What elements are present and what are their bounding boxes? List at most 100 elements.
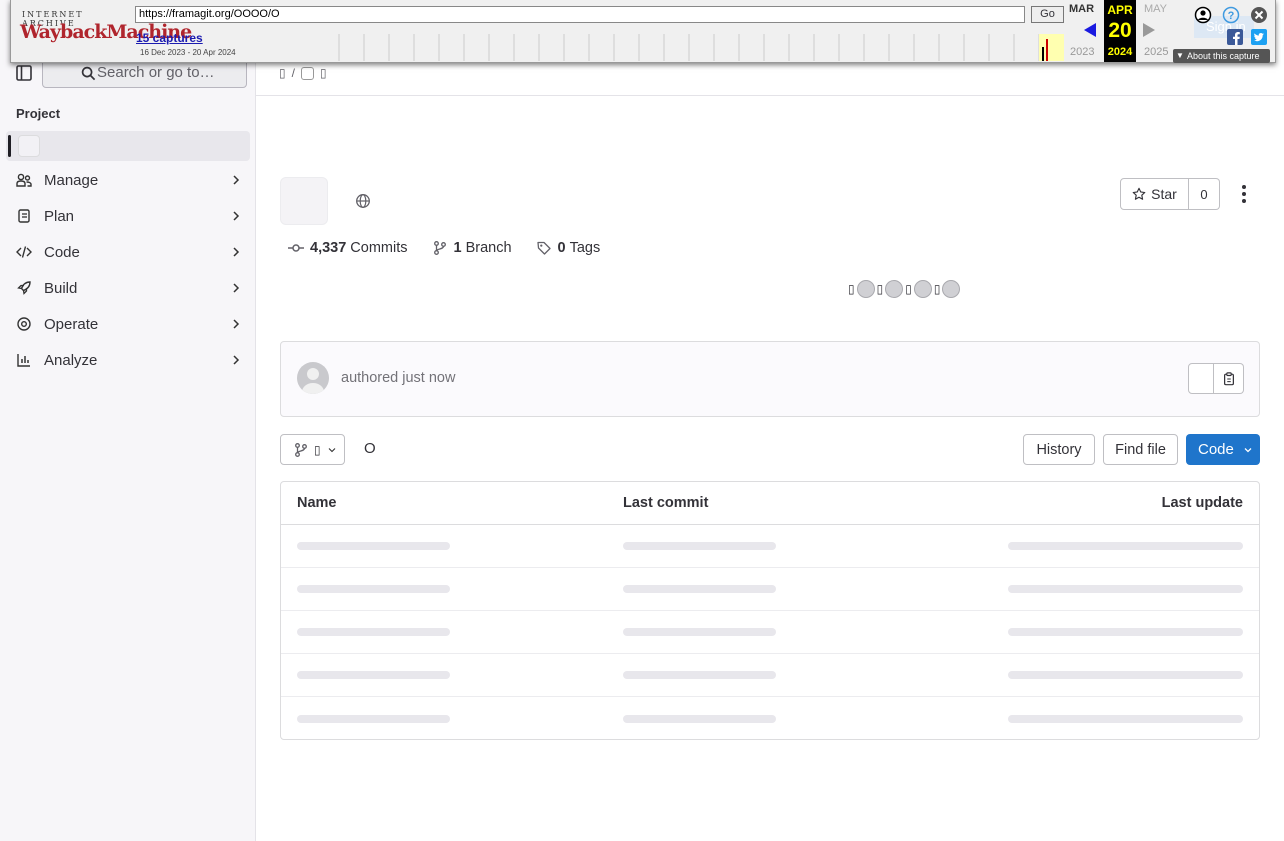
avatar[interactable] — [297, 362, 329, 394]
branch-selector[interactable]: ▯ — [280, 434, 345, 465]
skeleton-bar — [1008, 542, 1243, 550]
project-avatar — [18, 135, 40, 157]
sidebar-item-label: Build — [44, 279, 78, 297]
help-icon[interactable]: ? — [1222, 6, 1240, 24]
wayback-cur-month: APR — [1107, 3, 1133, 17]
next-capture-icon[interactable] — [1141, 22, 1157, 38]
glyph: ▯ — [933, 282, 941, 296]
wayback-next-year[interactable]: 2025 — [1144, 46, 1168, 58]
skeleton-bar — [1008, 714, 1243, 723]
repo-path[interactable]: O — [364, 440, 376, 457]
table-row — [281, 697, 1259, 739]
star-icon — [1132, 187, 1146, 200]
skeleton-bar — [623, 628, 776, 636]
star-count[interactable]: 0 — [1189, 178, 1220, 210]
wayback-current-date: APR 20 2024 — [1104, 0, 1136, 62]
caret-down-icon: ▼ — [1176, 51, 1184, 60]
close-icon[interactable] — [1250, 6, 1268, 24]
svg-text:?: ? — [1228, 10, 1235, 22]
skeleton-bar — [1008, 585, 1243, 593]
about-label: About this capture — [1187, 51, 1260, 61]
skeleton-bar — [623, 542, 776, 550]
user-account-icon[interactable] — [1194, 6, 1212, 24]
search-icon — [81, 66, 96, 81]
wayback-about-capture[interactable]: ▼ About this capture — [1173, 49, 1270, 63]
chart-icon — [17, 354, 30, 367]
loading-cell — [607, 671, 934, 679]
wayback-prev-month[interactable]: MAR — [1069, 3, 1094, 15]
breadcrumb-project[interactable]: ▯ — [320, 66, 327, 80]
skeleton-bar — [623, 671, 776, 679]
branches-link[interactable]: 1 Branch — [432, 240, 512, 256]
code-dropdown-button[interactable]: Code — [1186, 434, 1260, 465]
chevron-right-icon — [233, 211, 240, 221]
wayback-go-button[interactable]: Go — [1031, 6, 1064, 23]
tags-label: Tags — [569, 240, 601, 256]
sidebar-item-label: Plan — [44, 207, 75, 225]
column-last-update: Last update — [1161, 495, 1243, 511]
loading-cell — [607, 585, 934, 593]
breadcrumb-root[interactable]: ▯ — [279, 66, 286, 80]
header-divider — [256, 95, 1284, 96]
sidebar-item-label: Manage — [44, 171, 99, 189]
more-actions-icon[interactable] — [1234, 183, 1254, 205]
table-row — [281, 525, 1259, 568]
sidebar-item-operate[interactable]: Operate — [6, 307, 250, 341]
sidebar-project-item[interactable] — [6, 131, 250, 161]
facebook-icon[interactable] — [1227, 29, 1243, 45]
wayback-capture-sparkline[interactable] — [255, 34, 1065, 61]
loading-cell — [607, 714, 934, 723]
table-row — [281, 568, 1259, 611]
tags-count: 0 — [557, 240, 566, 256]
table-header: Name Last commit Last update — [281, 482, 1259, 525]
project-stats: 4,337 Commits 1 Branch 0 Tags — [288, 240, 624, 256]
prev-capture-icon[interactable] — [1082, 22, 1098, 38]
user-avatar-icon — [302, 368, 324, 394]
sidebar-toggle-icon[interactable] — [12, 61, 36, 85]
sidebar-item-code[interactable]: Code — [6, 235, 250, 269]
branch-icon — [295, 442, 307, 457]
sidebar-item-build[interactable]: Build — [6, 271, 250, 305]
commit-sha[interactable] — [1188, 363, 1214, 394]
skeleton-bar — [297, 671, 450, 679]
find-file-button[interactable]: Find file — [1103, 434, 1178, 465]
copy-sha-button[interactable] — [1214, 363, 1244, 394]
commits-link[interactable]: 4,337 Commits — [288, 240, 408, 256]
glyph: ▯ — [876, 282, 884, 296]
column-name: Name — [297, 495, 337, 511]
code-icon — [16, 246, 32, 258]
wayback-prev-year[interactable]: 2023 — [1070, 46, 1094, 58]
wayback-logo[interactable]: INTERNET ARCHIVE WaybackMachine — [11, 0, 192, 62]
breadcrumb-separator: / — [291, 66, 295, 80]
code-button-label: Code — [1198, 441, 1234, 458]
sidebar-item-manage[interactable]: Manage — [6, 163, 250, 197]
commit-authored-text: authored just now — [341, 370, 456, 386]
breadcrumb-project-avatar[interactable] — [300, 66, 314, 80]
wayback-next-month[interactable]: MAY — [1144, 3, 1167, 15]
loading-cell — [607, 628, 934, 636]
tags-link[interactable]: 0 Tags — [536, 240, 601, 256]
wayback-url-input[interactable]: https://framagit.org/OOOO/O — [135, 6, 1025, 23]
skeleton-bar — [297, 714, 450, 723]
twitter-icon[interactable] — [1251, 29, 1267, 45]
history-button[interactable]: History — [1023, 434, 1095, 465]
star-button[interactable]: Star — [1120, 178, 1189, 210]
planning-icon — [18, 209, 30, 223]
loading-indicators: ▯ ▯ ▯ ▯ — [848, 280, 961, 298]
commits-label: Commits — [350, 240, 408, 256]
wayback-captures-link[interactable]: 15 captures — [136, 31, 203, 45]
sidebar-item-analyze[interactable]: Analyze — [6, 343, 250, 377]
skeleton-bar — [1008, 671, 1243, 679]
skeleton-bar — [1008, 628, 1243, 636]
skeleton-bar — [297, 585, 450, 593]
loading-cell — [934, 671, 1259, 679]
commits-count: 4,337 — [310, 240, 347, 256]
sidebar-section-title: Project — [16, 106, 61, 121]
chevron-right-icon — [233, 355, 240, 365]
chevron-right-icon — [233, 175, 240, 185]
loading-cell — [281, 628, 607, 636]
loading-dot — [856, 280, 875, 298]
sidebar-item-plan[interactable]: Plan — [6, 199, 250, 233]
file-tree-table: Name Last commit Last update — [280, 481, 1260, 740]
branch-icon — [433, 241, 446, 255]
